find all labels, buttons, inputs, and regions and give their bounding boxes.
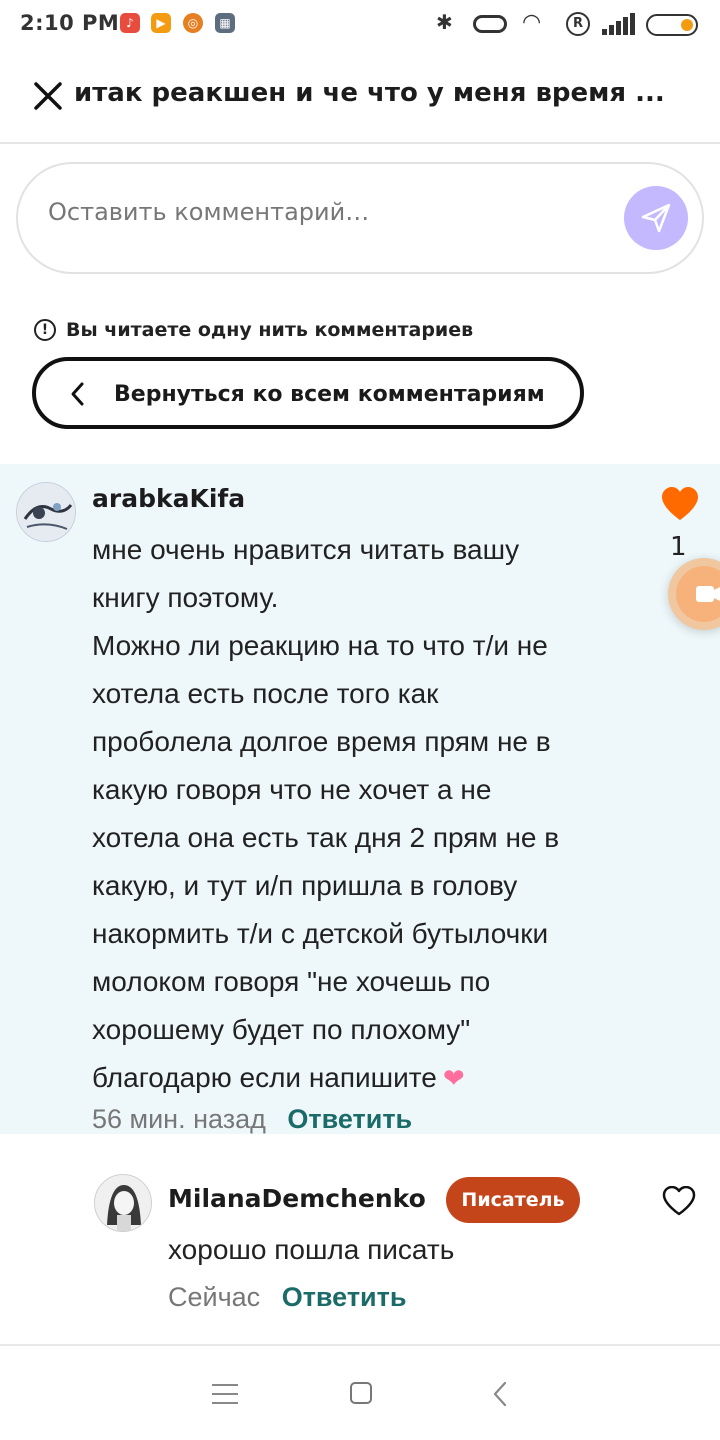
heart-filled-icon[interactable] [660, 486, 700, 522]
comment-line: какую говоря что не хочет а не [92, 774, 492, 805]
comment-line: проболела долгое время прям не в [92, 726, 551, 757]
comment-line: молоком говоря "не хочешь по [92, 966, 491, 997]
wifi-icon: ◠ [522, 10, 542, 35]
floating-video-button[interactable] [668, 558, 720, 630]
header: итак реакшен и че что у меня время ... [0, 56, 720, 144]
comment-line: какую, и тут и/п пришла в голову [92, 870, 518, 901]
info-icon: ! [34, 319, 56, 341]
comment-text: мне очень нравится читать вашу книгу поэ… [92, 526, 612, 1102]
send-button[interactable] [624, 186, 688, 250]
send-icon [641, 203, 671, 233]
comment-line: хотела она есть так дня 2 прям не в [92, 822, 560, 853]
system-nav-bar [0, 1344, 720, 1440]
comment-line: книгу поэтому. [92, 582, 279, 613]
comment-line: хорошему будет по плохому" [92, 1014, 471, 1045]
comment-box [16, 162, 704, 274]
back-to-all-comments-button[interactable]: Вернуться ко всем комментариям [32, 357, 584, 429]
thread-notice-text: Вы читаете одну нить комментариев [66, 319, 474, 341]
status-time: 2:10 PM [20, 11, 120, 35]
comment-line: накормить т/и с детской бутылочки [92, 918, 549, 949]
notification-app-icon: ◎ [183, 13, 203, 33]
reply-button[interactable]: Ответить [282, 1282, 407, 1312]
page-title: итак реакшен и че что у меня время ... [74, 78, 665, 108]
chevron-left-icon [71, 382, 84, 406]
comment-line-last: благодарю если напишите ❤︎ [92, 1054, 612, 1102]
comment-line: мне очень нравится читать вашу [92, 534, 520, 565]
heart-outline-icon[interactable] [662, 1186, 696, 1216]
hearts-emoji-icon: ❤︎ [442, 1063, 465, 1093]
reply-author[interactable]: MilanaDemchenko [168, 1184, 426, 1213]
bluetooth-icon: ✱ [436, 10, 453, 34]
like-count: 1 [670, 532, 687, 562]
comment-line: Можно ли реакцию на то что т/и не [92, 630, 548, 661]
calculator-app-icon: ▦ [215, 13, 235, 33]
avatar[interactable] [94, 1174, 152, 1232]
reply-button[interactable]: Ответить [287, 1104, 412, 1134]
comment-time: 56 мин. назад [92, 1104, 266, 1134]
recent-apps-icon[interactable] [212, 1384, 238, 1404]
main-comment: arabkaKifa мне очень нравится читать ваш… [0, 464, 720, 1134]
comment-input[interactable] [48, 198, 608, 226]
video-icon [676, 566, 720, 622]
music-app-icon: ♪ [120, 13, 140, 33]
reply-meta: Сейчас Ответить [168, 1282, 406, 1313]
avatar-image [95, 1175, 151, 1231]
avatar[interactable] [16, 482, 76, 542]
back-button-label: Вернуться ко всем комментариям [114, 382, 545, 407]
comment-meta: 56 мин. назад Ответить [92, 1104, 412, 1135]
roaming-icon: R [566, 12, 590, 36]
writer-badge: Писатель [446, 1177, 580, 1223]
vibrate-icon [473, 15, 507, 33]
comment-line: хотела есть после того как [92, 678, 439, 709]
comment-line: благодарю если напишите [92, 1062, 437, 1093]
signal-icon [602, 13, 636, 35]
comment-author[interactable]: arabkaKifa [92, 484, 245, 513]
battery-icon [646, 14, 698, 36]
thread-notice: ! Вы читаете одну нить комментариев [34, 316, 473, 344]
status-bar: 2:10 PM ♪ ▶ ◎ ▦ ✱ ◠ R [0, 0, 720, 52]
home-icon[interactable] [350, 1382, 372, 1404]
reply-time: Сейчас [168, 1282, 261, 1312]
video-app-icon: ▶ [151, 13, 171, 33]
reply-text: хорошо пошла писать [168, 1234, 455, 1265]
nav-back-icon[interactable] [490, 1380, 510, 1408]
reply-comment: MilanaDemchenko Писатель хорошо пошла пи… [0, 1134, 720, 1344]
close-icon[interactable] [32, 80, 64, 112]
battery-level [681, 19, 693, 31]
avatar-image [17, 483, 75, 541]
